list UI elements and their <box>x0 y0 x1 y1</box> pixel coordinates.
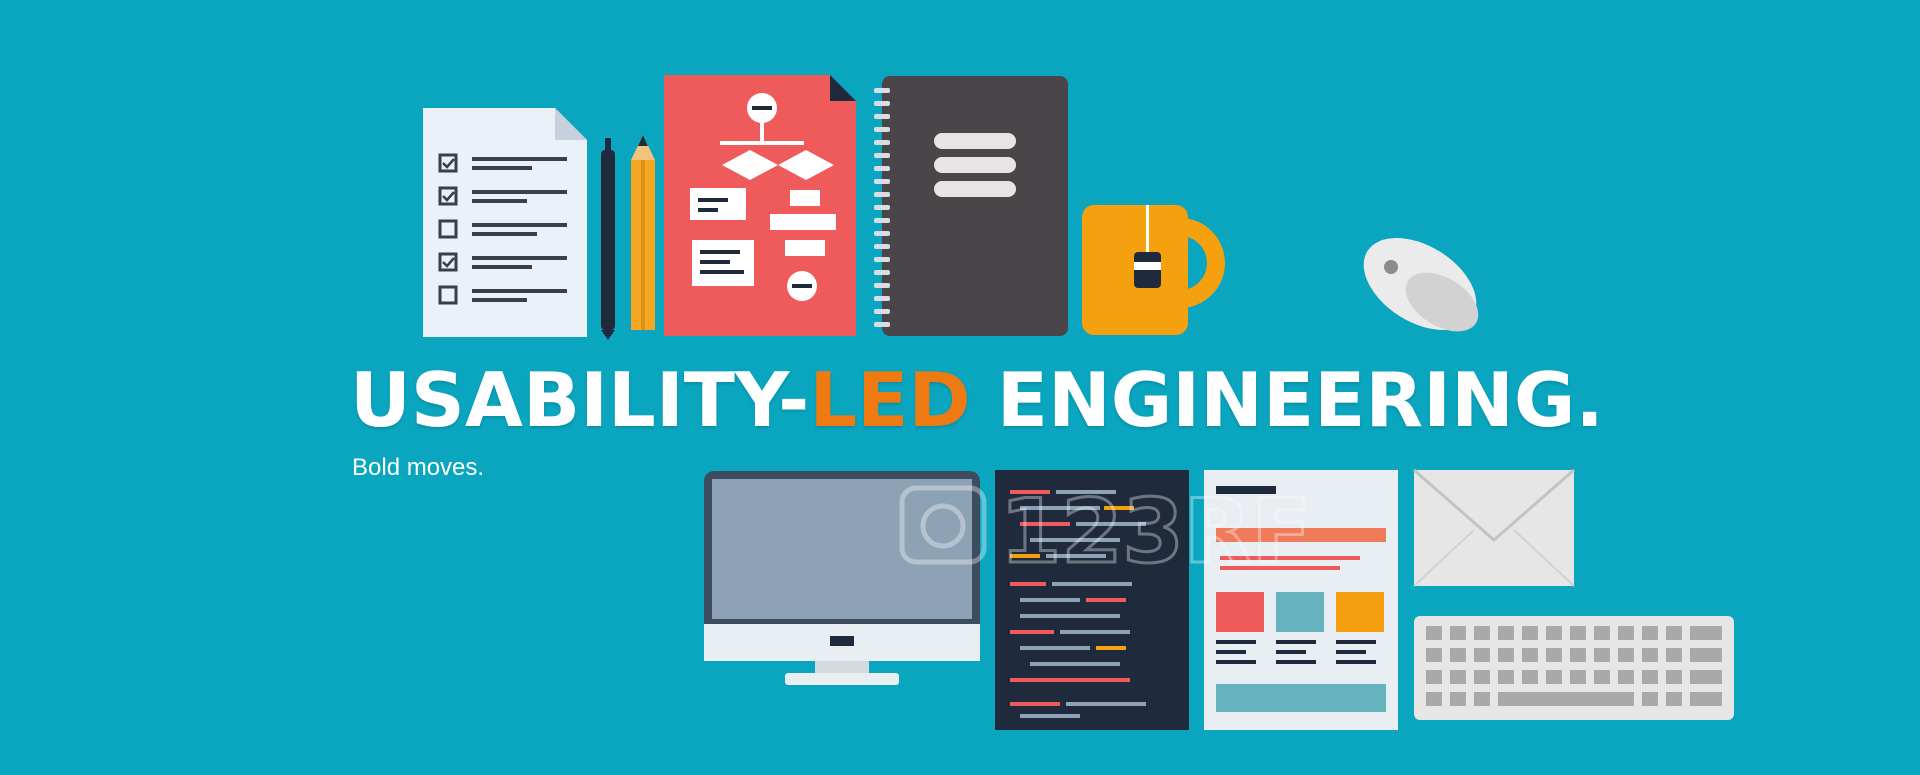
banner: 123RF USABILITY-LED ENGINEERING. Bold mo… <box>0 0 1920 775</box>
pencil-icon <box>631 135 655 330</box>
tagline: Bold moves. <box>352 454 485 481</box>
headline-accent: LED <box>809 356 971 444</box>
checklist-icon <box>423 108 587 337</box>
monitor-icon <box>704 471 980 685</box>
headline-part2: ENGINEERING. <box>970 356 1604 444</box>
envelope-icon <box>1413 468 1575 587</box>
pen-icon <box>601 138 615 340</box>
notebook-icon <box>874 76 1068 336</box>
mug-icon <box>1082 205 1225 335</box>
headline-part1: USABILITY- <box>350 356 810 444</box>
flowchart-icon <box>664 75 856 336</box>
headline: USABILITY-LED ENGINEERING. <box>350 363 1604 438</box>
watermark-text: 123RF <box>1000 480 1312 583</box>
keyboard-icon <box>1414 616 1734 720</box>
mouse-icon <box>1363 237 1479 332</box>
